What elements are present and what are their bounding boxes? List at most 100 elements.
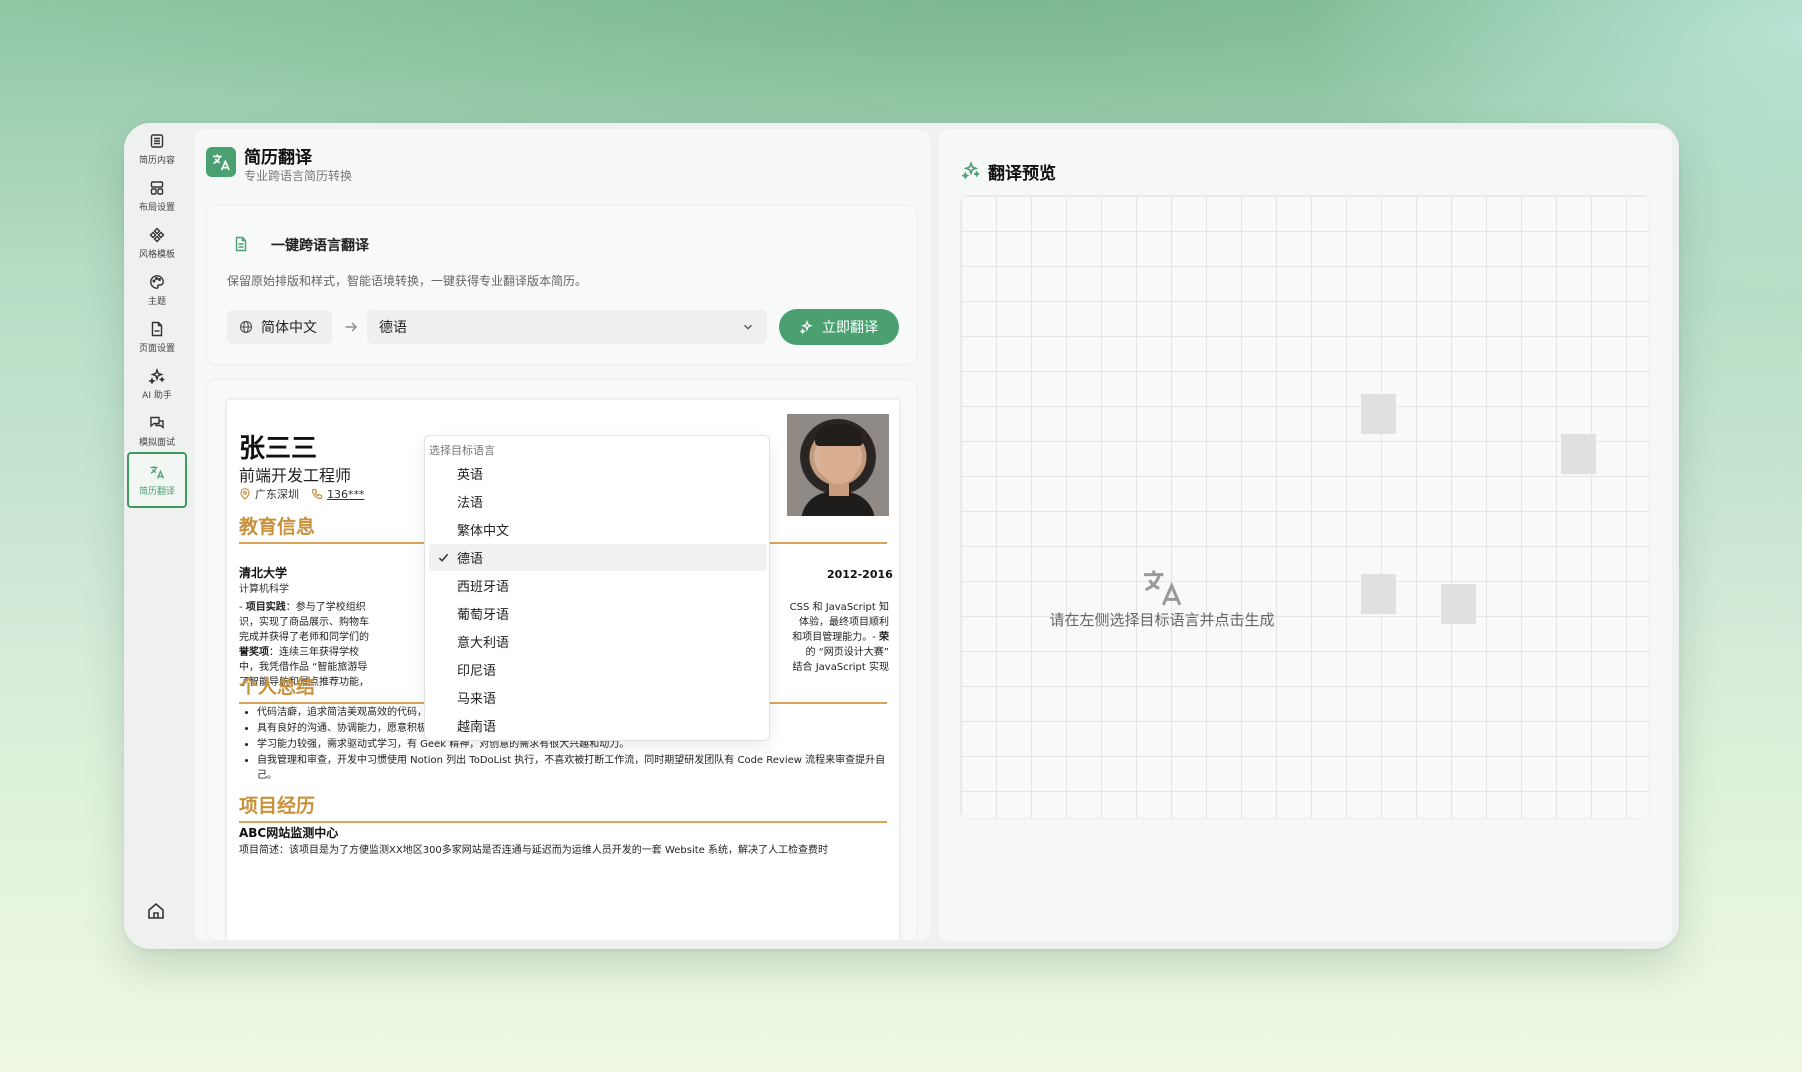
home-button[interactable]: [146, 901, 166, 921]
preview-canvas: [960, 195, 1650, 819]
option-label: 越南语: [457, 720, 497, 735]
list-icon: [150, 133, 164, 148]
edu-text: 完成并获得了老师和同学们的: [239, 632, 369, 643]
dropdown-option-vietnamese[interactable]: 越南语: [429, 712, 767, 739]
resume-name: 张三三: [239, 434, 318, 464]
palette-icon: [150, 274, 164, 289]
resume-phone-text: 136***: [327, 487, 365, 501]
edu-text: 和项目管理能力。-: [792, 632, 879, 643]
dropdown-option-indonesian[interactable]: 印尼语: [429, 656, 767, 683]
option-label: 繁体中文: [457, 524, 510, 539]
dropdown-option-italian[interactable]: 意大利语: [429, 628, 767, 655]
sidebar-item-label: 主题: [147, 296, 166, 307]
document-icon: [235, 236, 247, 252]
template-icon: [149, 227, 165, 242]
grid-tile: [1561, 434, 1596, 474]
sidebar-item-mock-interview[interactable]: 模拟面试: [127, 405, 187, 457]
sidebar-item-label: 布局设置: [138, 202, 175, 213]
target-language-select[interactable]: 德语: [367, 310, 767, 344]
source-language-label: 简体中文: [261, 320, 317, 336]
dropdown-option-german[interactable]: 德语: [429, 544, 767, 571]
app-logo: [206, 147, 236, 177]
card-title: 一键跨语言翻译: [271, 238, 369, 254]
dropdown-heading: 选择目标语言: [429, 444, 495, 457]
edu-text: ：参与了学校组织: [285, 602, 366, 613]
preview-title: 翻译预览: [988, 164, 1056, 184]
resume-school: 清北大学: [239, 566, 288, 580]
sidebar-item-resume-content[interactable]: 简历内容: [127, 123, 187, 175]
file-icon: [151, 321, 163, 336]
home-icon: [148, 902, 164, 919]
edu-text: 识，实现了商品展示、购物车: [239, 617, 369, 628]
edu-text-bold: 项目实践: [245, 602, 286, 613]
sidebar-item-resume-translate[interactable]: 简历翻译: [127, 452, 187, 508]
preview-panel: 翻译预览: [938, 129, 1672, 941]
language-dropdown: 选择目标语言 英语 法语 繁体中文 德语 西班牙语 葡萄牙语 意大利语 印尼语 …: [424, 435, 770, 741]
translate-card: 一键跨语言翻译 保留原始排版和样式，智能语境转换，一键获得专业翻译版本简历。 简…: [206, 205, 918, 365]
option-label: 西班牙语: [457, 580, 510, 595]
sparkles-icon: [149, 367, 165, 384]
edu-text: -: [239, 602, 246, 613]
option-label: 德语: [457, 552, 484, 567]
translate-now-label: 立即翻译: [822, 320, 878, 336]
layout-icon: [150, 180, 164, 195]
sidebar-item-layout[interactable]: 布局设置: [127, 170, 187, 222]
target-language-value: 德语: [379, 320, 407, 336]
sidebar-item-template[interactable]: 风格模板: [127, 217, 187, 269]
option-label: 意大利语: [457, 636, 510, 651]
sidebar-item-label: 简历翻译: [138, 486, 175, 497]
sidebar-item-theme[interactable]: 主题: [127, 264, 187, 316]
dropdown-option-english[interactable]: 英语: [429, 460, 767, 487]
edu-text: 的 “网页设计大赛”: [805, 647, 889, 658]
sidebar-item-label: 风格模板: [138, 249, 175, 260]
dropdown-option-malay[interactable]: 马来语: [429, 684, 767, 711]
sidebar-item-ai-assistant[interactable]: AI 助手: [127, 358, 187, 410]
globe-icon: [239, 320, 253, 334]
sparkles-icon: [800, 320, 813, 334]
dropdown-option-traditional-chinese[interactable]: 繁体中文: [429, 516, 767, 543]
translate-panel: 简历翻译 专业跨语言简历转换 一键跨语言翻译 保留原始排版和样式，智能语境转换，…: [194, 129, 930, 941]
option-label: 马来语: [457, 692, 497, 707]
resume-location: 广东深圳: [239, 486, 299, 502]
dropdown-option-portuguese[interactable]: 葡萄牙语: [429, 600, 767, 627]
resume-photo: [787, 414, 889, 516]
list-item: 自我管理和审查，开发中习惯使用 Notion 列出 ToDoList 执行，不喜…: [257, 753, 887, 783]
project-name: ABC网站监测中心: [239, 826, 339, 840]
sidebar-item-label: AI 助手: [142, 390, 172, 401]
location-pin-icon: [240, 488, 250, 500]
sparkles-icon: [962, 161, 980, 179]
resume-phone: 136***: [311, 488, 365, 501]
grid-tile: [1441, 584, 1476, 624]
option-label: 英语: [457, 468, 484, 483]
arrow-right-icon: [345, 322, 357, 332]
edu-text: ：连续三年获得学校: [269, 647, 359, 658]
page-subtitle: 专业跨语言简历转换: [244, 169, 353, 183]
resume-years: 2012-2016: [827, 568, 893, 581]
source-language: 简体中文: [227, 310, 332, 344]
grid-tile: [1361, 394, 1396, 434]
resume-location-text: 广东深圳: [255, 488, 299, 501]
dropdown-option-french[interactable]: 法语: [429, 488, 767, 515]
option-label: 法语: [457, 496, 484, 511]
dropdown-option-spanish[interactable]: 西班牙语: [429, 572, 767, 599]
edu-text-bold: 誉奖项: [239, 647, 269, 658]
edu-text-bold: 荣: [879, 632, 889, 643]
preview-empty-message: 请在左侧选择目标语言并点击生成: [1049, 611, 1275, 629]
sidebar-item-label: 模拟面试: [138, 437, 175, 448]
project-description: 项目简述：该项目是为了方便监测XX地区300多家网站是否连通与延迟而为运维人员开…: [239, 845, 829, 856]
sidebar: 简历内容 布局设置 风格模板 主题 页面设置 AI 助手 模拟面试 简历翻译: [124, 123, 190, 949]
resume-contact: 广东深圳 136***: [239, 486, 365, 502]
sidebar-item-label: 简历内容: [138, 155, 175, 166]
edu-text: 体验，最终项目顺利: [799, 617, 889, 628]
sidebar-item-label: 页面设置: [138, 343, 175, 354]
sidebar-item-page-settings[interactable]: 页面设置: [127, 311, 187, 363]
grid-tile: [1361, 574, 1396, 614]
translate-now-button[interactable]: 立即翻译: [779, 309, 899, 345]
check-icon: [438, 553, 449, 562]
section-title-projects: 项目经历: [239, 791, 887, 823]
chat-icon: [150, 416, 164, 429]
phone-icon: [311, 488, 323, 500]
translate-icon: [1144, 570, 1182, 606]
option-label: 葡萄牙语: [457, 608, 510, 623]
chevron-down-icon: [744, 324, 752, 330]
